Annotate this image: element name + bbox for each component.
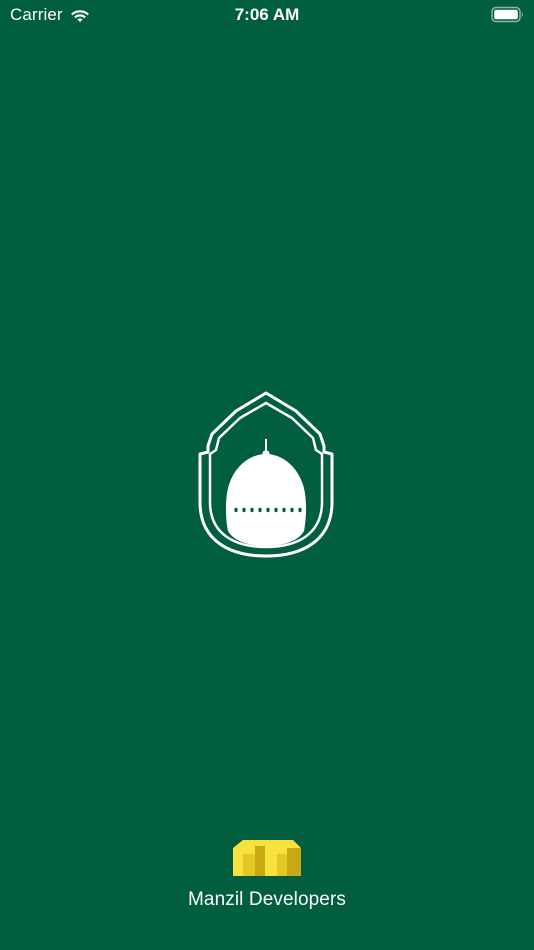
developer-name: Manzil Developers [188, 889, 346, 910]
manzil-m-icon [233, 840, 301, 876]
splash-screen: Carrier 7:06 AM Manzil Developers [0, 0, 534, 950]
developer-branding: Manzil Developers [0, 832, 534, 911]
mosque-dome-icon [198, 391, 334, 558]
status-bar: Carrier 7:06 AM [0, 0, 534, 30]
battery-icon [491, 6, 523, 23]
status-time: 7:06 AM [234, 5, 300, 24]
